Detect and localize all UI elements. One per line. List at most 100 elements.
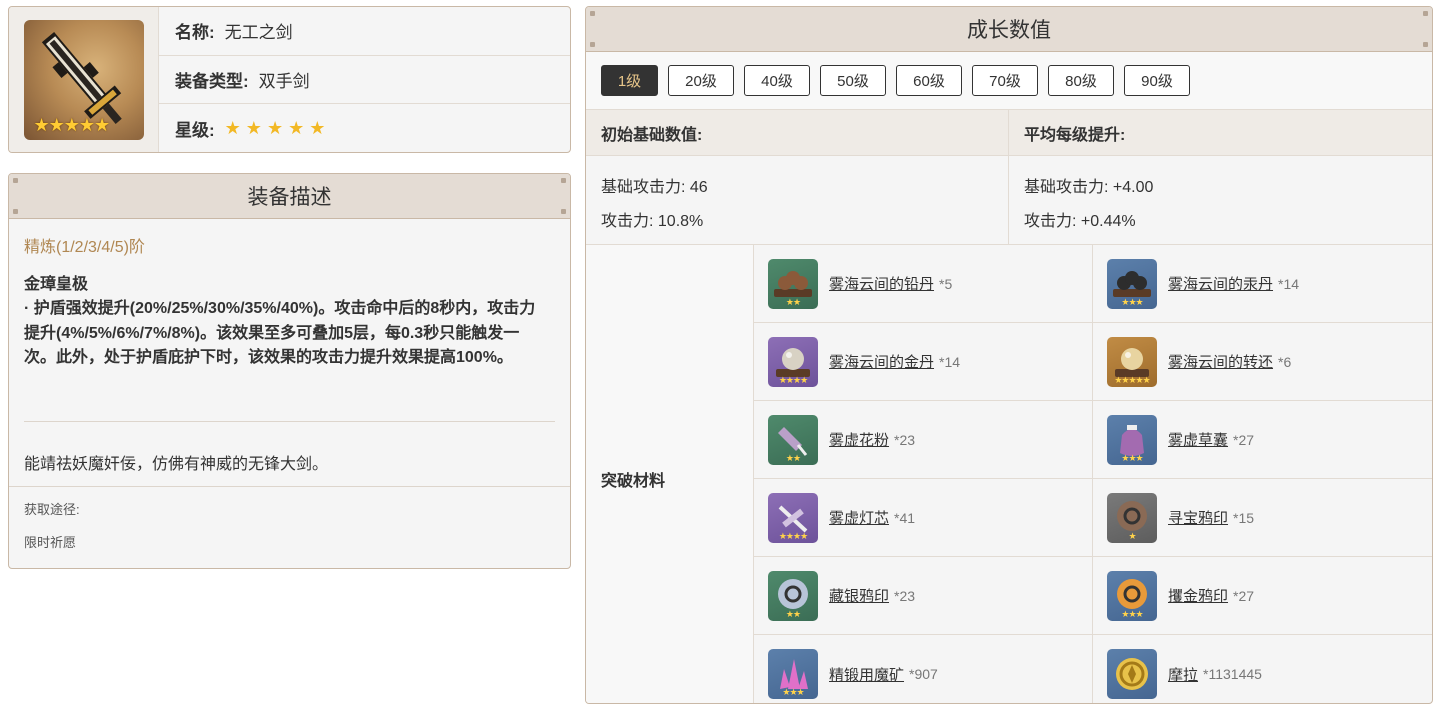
weapon-type-value: 双手剑 [258,72,310,91]
weapon-info-card: ★★★★★ 名称: 无工之剑 装备类型: 双手剑 星级: ★★★★★ [8,6,571,153]
material-name-link[interactable]: 雾虚花粉 [829,429,889,450]
base-atk-percent-stat: 攻击力: 10.8% [601,213,704,230]
level-button-5[interactable]: 70级 [972,65,1038,96]
flavor-text: 能靖祛妖魔奸佞，仿佛有神威的无锋大剑。 [24,455,329,473]
material-rarity-stars: ★★★★ [778,374,808,385]
description-title: 装备描述 [247,186,332,209]
stat-table: 初始基础数值: 基础攻击力: 46 攻击力: 10.8% 平均每级提升: 基础攻… [586,110,1432,245]
weapon-info-rows: 名称: 无工之剑 装备类型: 双手剑 星级: ★★★★★ [159,7,570,152]
weapon-thumbnail-cell: ★★★★★ [9,7,159,152]
mora-coin-icon[interactable] [1107,649,1157,699]
avg-growth-body: 基础攻击力: +4.00 攻击力: +0.44% [1009,156,1432,244]
level-button-7[interactable]: 90级 [1124,65,1190,96]
rarity-star-icons: ★★★★★ [224,117,331,138]
vial-icon[interactable]: ★★ [768,414,818,465]
pearl-icon[interactable]: ★★★★★ [1107,336,1157,387]
material-rarity-stars: ★★ [785,608,801,619]
material-name-link[interactable]: 精锻用魔矿 [829,664,904,685]
material-name-link[interactable]: 雾虚灯芯 [829,507,889,528]
description-body: 精炼(1/2/3/4/5)阶 金璋皇极 · 护盾强效提升(20%/25%/30%… [9,219,570,486]
material-name-link[interactable]: 雾海云间的转还 [1168,351,1273,372]
material-count: *27 [1233,587,1255,604]
material-item: ★★★★ 雾海云间的金丹 *14 [754,323,1093,401]
level-button-6[interactable]: 80级 [1048,65,1114,96]
bowls-icon[interactable]: ★★ [768,258,818,309]
material-count: *23 [894,431,916,448]
material-count: *14 [939,353,961,370]
material-count: *907 [909,666,938,682]
material-name-link[interactable]: 摩拉 [1168,664,1198,685]
material-name-link[interactable]: 藏银鸦印 [829,585,889,606]
material-item: 摩拉 *1131445 [1093,635,1432,703]
avg-attack-growth: 基础攻击力: +4.00 [1024,179,1154,196]
description-card: 装备描述 精炼(1/2/3/4/5)阶 金璋皇极 · 护盾强效提升(20%/25… [8,173,571,569]
material-rarity-stars: ★★★ [782,687,804,697]
weapon-type-label: 装备类型: [175,72,249,91]
base-attack-stat: 基础攻击力: 46 [601,179,708,196]
growth-stats-card: 成长数值 1级 20级 40级 50级 60级 70级 80级 90级 初始基础数值: 基础攻… [585,6,1433,704]
material-count: *15 [1233,509,1255,526]
refinement-levels: 精炼(1/2/3/4/5)阶 [24,239,145,256]
level-button-3[interactable]: 50级 [820,65,886,96]
material-item: ★★ 雾海云间的铅丹 *5 [754,245,1093,323]
level-selector: 1级 20级 40级 50级 60级 70级 80级 90级 [586,52,1432,110]
insignia-icon[interactable]: ★ [1107,492,1157,543]
material-rarity-stars: ★★★ [1121,608,1143,619]
level-button-0[interactable]: 1级 [601,65,658,96]
material-item: ★★★★ 雾虚灯芯 *41 [754,479,1093,557]
material-item: ★ 寻宝鸦印 *15 [1093,479,1432,557]
material-item: ★★ 雾虚花粉 *23 [754,401,1093,479]
bowls-icon[interactable]: ★★★ [1107,258,1157,309]
level-button-2[interactable]: 40级 [744,65,810,96]
material-name-link[interactable]: 雾虚草囊 [1168,429,1228,450]
insignia-icon[interactable]: ★★★ [1107,570,1157,621]
material-item: ★★★★★ 雾海云间的转还 *6 [1093,323,1432,401]
material-item: ★★★ 精锻用魔矿 *907 [754,635,1093,703]
material-item: ★★★ 雾海云间的汞丹 *14 [1093,245,1432,323]
material-name-link[interactable]: 寻宝鸦印 [1168,507,1228,528]
passive-skill-name: 金璋皇极 [24,276,89,293]
avg-atk-percent-growth: 攻击力: +0.44% [1024,213,1136,230]
level-button-4[interactable]: 60级 [896,65,962,96]
avg-growth-column: 平均每级提升: 基础攻击力: +4.00 攻击力: +0.44% [1009,110,1432,244]
pearl-icon[interactable]: ★★★★ [768,336,818,387]
crystal-icon[interactable]: ★★★ [768,649,818,699]
pouch-icon[interactable]: ★★★ [1107,414,1157,465]
weapon-name-label: 名称: [175,23,215,43]
material-count: *1131445 [1203,666,1262,682]
thumbnail-rarity-stars: ★★★★★ [33,114,111,135]
material-rarity-stars: ★★★★★ [1114,374,1150,385]
material-count: *5 [939,275,953,292]
lantern-icon[interactable]: ★★★★ [768,492,818,543]
material-item: ★★★ 攫金鸦印 *27 [1093,557,1432,635]
material-count: *23 [894,587,916,604]
description-header: 装备描述 [9,174,570,219]
material-item: ★★ 藏银鸦印 *23 [754,557,1093,635]
material-name-link[interactable]: 攫金鸦印 [1168,585,1228,606]
level-button-1[interactable]: 20级 [668,65,734,96]
material-name-link[interactable]: 雾海云间的铅丹 [829,273,934,294]
material-item: ★★★ 雾虚草囊 *27 [1093,401,1432,479]
obtain-source-value: 限时祈愿 [24,534,77,550]
ascension-materials: 突破材料 ★★ 雾海云间的铅丹 *5 ★★★ 雾海云间的汞丹 *14 ★★★★ 雾海云间的金丹… [586,245,1432,703]
material-count: *14 [1278,275,1300,292]
material-rarity-stars: ★★★ [1121,296,1143,307]
base-stats-header: 初始基础数值: [586,110,1008,156]
avg-growth-header: 平均每级提升: [1009,110,1432,156]
weapon-rarity-row: 星级: ★★★★★ [159,104,570,152]
material-count: *27 [1233,431,1255,448]
weapon-name-value: 无工之剑 [224,23,293,43]
growth-title: 成长数值 [967,19,1051,42]
insignia-icon[interactable]: ★★ [768,570,818,621]
material-rarity-stars: ★★★ [1121,452,1143,463]
material-count: *41 [894,509,916,526]
obtain-source-label: 获取途径: [24,501,80,517]
base-stats-body: 基础攻击力: 46 攻击力: 10.8% [586,156,1008,244]
passive-skill-text: · 护盾强效提升(20%/25%/30%/35%/40%)。攻击命中后的8秒内，… [24,300,536,366]
weapon-rarity-label: 星级: [175,120,215,140]
growth-header: 成长数值 [586,7,1432,52]
material-name-link[interactable]: 雾海云间的汞丹 [1168,273,1273,294]
weapon-thumbnail: ★★★★★ [23,19,144,140]
material-name-link[interactable]: 雾海云间的金丹 [829,351,934,372]
material-count: *6 [1278,353,1292,370]
